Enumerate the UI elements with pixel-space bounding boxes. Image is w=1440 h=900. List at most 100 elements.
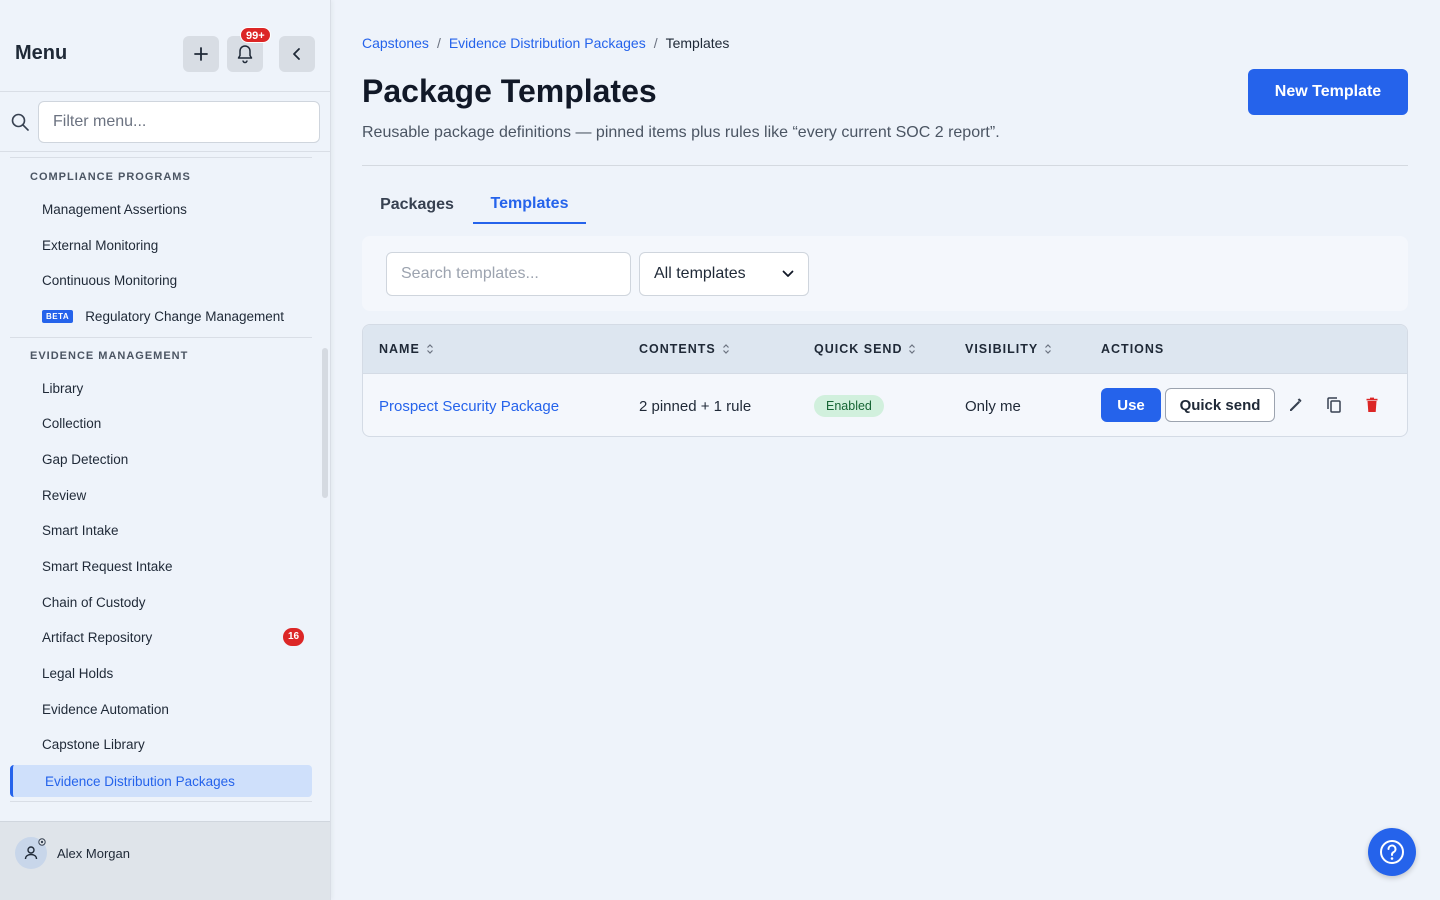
chevron-down-icon (782, 270, 794, 277)
notification-count-badge: 99+ (240, 27, 271, 43)
breadcrumb-evidence-distribution-packages[interactable]: Evidence Distribution Packages (449, 35, 646, 51)
breadcrumb: Capstones / Evidence Distribution Packag… (362, 35, 729, 51)
breadcrumb-capstones[interactable]: Capstones (362, 35, 429, 51)
sidebar-item-gap-detection[interactable]: Gap Detection (10, 443, 312, 475)
quick-send-button[interactable]: Quick send (1165, 388, 1275, 422)
templates-table: NAME CONTENTS QUICK SEND VISIBILITY ACTI… (362, 324, 1408, 437)
table-header: NAME CONTENTS QUICK SEND VISIBILITY ACTI… (363, 325, 1407, 374)
new-template-button[interactable]: New Template (1248, 69, 1408, 115)
sidebar-item-label: Chain of Custody (42, 594, 146, 610)
breadcrumb-separator: / (436, 35, 441, 51)
sidebar-item-evidence-automation[interactable]: Evidence Automation (10, 693, 312, 725)
sort-icon (722, 344, 729, 354)
sidebar-item-label: Smart Request Intake (42, 558, 173, 574)
column-header-visibility[interactable]: VISIBILITY (965, 342, 1052, 356)
template-name-link[interactable]: Prospect Security Package (379, 374, 559, 436)
gear-icon (38, 838, 46, 846)
sidebar-item-label: Library (42, 380, 84, 396)
delete-icon[interactable] (1363, 396, 1381, 414)
tab-packages[interactable]: Packages (362, 186, 472, 224)
search-icon (11, 113, 29, 131)
sidebar: Menu 99+ COMPLIANCE PROGRAMS Management … (0, 0, 331, 900)
column-header-contents[interactable]: CONTENTS (639, 342, 730, 356)
add-button[interactable] (183, 36, 219, 72)
sidebar-item-evidence-distribution-packages[interactable]: Evidence Distribution Packages (10, 765, 312, 797)
column-header-actions: ACTIONS (1101, 342, 1164, 356)
template-contents: 2 pinned + 1 rule (639, 397, 752, 415)
sidebar-item-library[interactable]: Library (10, 372, 312, 404)
table-row: Prospect Security Package 2 pinned + 1 r… (363, 374, 1407, 436)
sidebar-item-capstone-library[interactable]: Capstone Library (10, 728, 312, 760)
collapse-sidebar-button[interactable] (279, 36, 315, 72)
sidebar-item-chain-of-custody[interactable]: Chain of Custody (10, 586, 312, 618)
search-templates-input[interactable] (386, 252, 631, 296)
copy-icon[interactable] (1325, 396, 1343, 414)
plus-icon (194, 47, 208, 61)
sidebar-item-continuous-monitoring[interactable]: Continuous Monitoring (10, 264, 312, 296)
divider (362, 165, 1408, 166)
user-name: Alex Morgan (57, 846, 130, 861)
sidebar-item-label: Legal Holds (42, 665, 114, 681)
sidebar-item-management-assertions[interactable]: Management Assertions (10, 193, 312, 225)
section-heading-evidence-management: EVIDENCE MANAGEMENT (30, 350, 189, 362)
section-heading-compliance-programs: COMPLIANCE PROGRAMS (30, 171, 191, 183)
sidebar-nav: COMPLIANCE PROGRAMS Management Assertion… (0, 152, 322, 821)
edit-icon[interactable] (1287, 396, 1305, 414)
beta-badge: BETA (42, 309, 74, 323)
main-content: Capstones / Evidence Distribution Packag… (331, 0, 1440, 900)
chevron-left-icon (293, 48, 300, 60)
user-footer[interactable]: Alex Morgan (0, 821, 330, 900)
sidebar-item-regulatory-change-management[interactable]: BETA Regulatory Change Management (10, 300, 312, 332)
column-label: NAME (379, 342, 420, 356)
sidebar-item-label: Artifact Repository (42, 629, 153, 645)
user-icon (24, 846, 38, 860)
sidebar-item-legal-holds[interactable]: Legal Holds (10, 657, 312, 689)
breadcrumb-current: Templates (665, 35, 730, 51)
filter-menu-input[interactable] (38, 101, 320, 143)
bell-icon (237, 45, 253, 64)
template-visibility: Only me (965, 397, 1021, 415)
column-label: CONTENTS (639, 342, 716, 356)
sidebar-item-review[interactable]: Review (10, 479, 312, 511)
sidebar-search (0, 92, 330, 152)
sidebar-item-label: Collection (42, 415, 102, 431)
quick-send-cell: Enabled (814, 374, 884, 436)
sidebar-header: Menu 99+ (0, 0, 330, 92)
help-button[interactable] (1368, 828, 1416, 876)
sort-icon (1045, 344, 1052, 354)
column-label: QUICK SEND (814, 342, 903, 356)
sidebar-item-collection[interactable]: Collection (10, 407, 312, 439)
status-badge: Enabled (814, 395, 884, 417)
sidebar-item-smart-intake[interactable]: Smart Intake (10, 514, 312, 546)
sidebar-item-label: Evidence Automation (42, 701, 169, 717)
sidebar-item-label: External Monitoring (42, 237, 159, 253)
breadcrumb-separator: / (653, 35, 658, 51)
count-badge: 16 (283, 628, 304, 646)
sidebar-item-label: Management Assertions (42, 201, 187, 217)
sidebar-item-label: Evidence Distribution Packages (45, 773, 235, 789)
sort-icon (426, 344, 433, 354)
select-value: All templates (654, 265, 746, 282)
template-filter-select[interactable]: All templates (639, 252, 809, 296)
sidebar-item-artifact-repository[interactable]: Artifact Repository 16 (10, 621, 312, 653)
sidebar-item-label: Smart Intake (42, 522, 119, 538)
sidebar-title: Menu (15, 42, 68, 64)
divider (10, 801, 312, 802)
page-subtitle: Reusable package definitions — pinned it… (362, 124, 1000, 141)
page-title: Package Templates (362, 73, 657, 109)
column-header-name[interactable]: NAME (379, 342, 434, 356)
sidebar-item-smart-request-intake[interactable]: Smart Request Intake (10, 550, 312, 582)
sidebar-item-external-monitoring[interactable]: External Monitoring (10, 229, 312, 261)
sidebar-item-label: Regulatory Change Management (85, 308, 285, 324)
divider (10, 337, 312, 338)
column-header-quick-send[interactable]: QUICK SEND (814, 342, 916, 356)
column-label: ACTIONS (1101, 342, 1165, 356)
tab-templates[interactable]: Templates (473, 186, 586, 224)
sort-icon (909, 344, 916, 354)
filter-bar: All templates (362, 236, 1408, 311)
sidebar-item-label: Gap Detection (42, 451, 129, 467)
sidebar-item-label: Continuous Monitoring (42, 272, 178, 288)
divider (10, 157, 312, 158)
sidebar-scrollbar[interactable] (322, 348, 328, 498)
use-button[interactable]: Use (1101, 388, 1161, 422)
